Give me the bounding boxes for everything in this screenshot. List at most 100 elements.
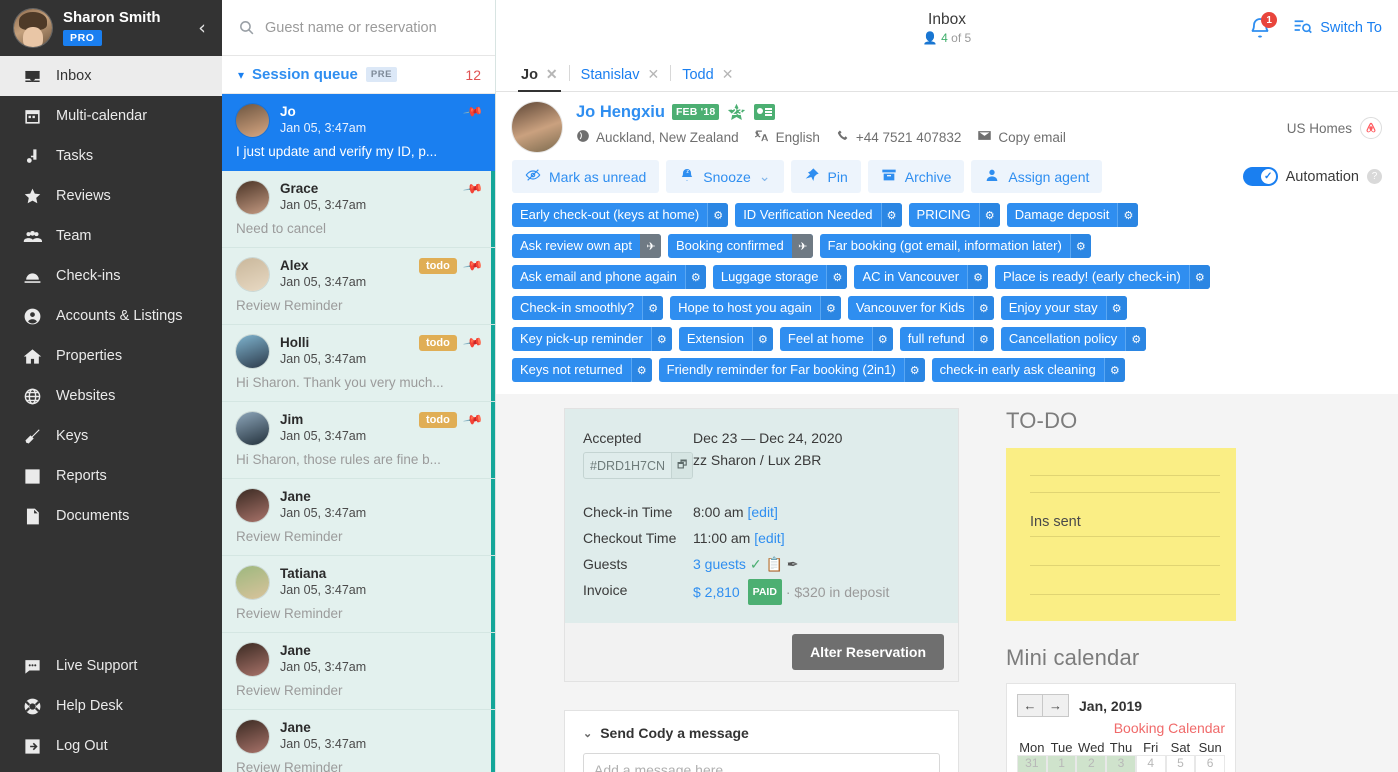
tag[interactable]: Cancellation policy ⚙ — [1000, 327, 1147, 351]
gear-icon[interactable]: ⚙ — [1188, 265, 1210, 289]
send-message-header[interactable]: ⌄ Send Cody a message — [583, 725, 940, 741]
sidebar-item-help-desk[interactable]: Help Desk — [0, 686, 222, 726]
calendar-day[interactable]: 4 — [1135, 755, 1166, 772]
pin-button[interactable]: Pin — [790, 160, 861, 193]
snooze-button[interactable]: z Snooze ⌄ — [666, 160, 784, 193]
sidebar-item-live-support[interactable]: Live Support — [0, 646, 222, 686]
guest-name[interactable]: Jo Hengxiu — [576, 103, 665, 122]
gear-icon[interactable]: ⚙ — [642, 296, 664, 320]
sidebar-item-log-out[interactable]: Log Out — [0, 726, 222, 766]
sidebar-item-inbox[interactable]: Inbox — [0, 56, 222, 96]
gear-icon[interactable]: ⚙ — [1117, 203, 1139, 227]
sidebar-item-check-ins[interactable]: Check-ins — [0, 256, 222, 296]
gear-icon[interactable]: ⚙ — [630, 358, 652, 382]
clipboard-icon[interactable]: 📋 — [765, 556, 782, 572]
send-plane-icon[interactable]: ✈ — [791, 234, 813, 258]
tag[interactable]: Early check-out (keys at home) ⚙ — [512, 203, 729, 227]
assign-agent-button[interactable]: Assign agent — [971, 160, 1103, 193]
mark-as-unread-button[interactable]: Mark as unread — [512, 160, 660, 193]
sidebar-item-multi-calendar[interactable]: Multi-calendar — [0, 96, 222, 136]
close-icon[interactable]: ✕ — [648, 66, 660, 83]
gear-icon[interactable]: ⚙ — [903, 358, 925, 382]
checkin-edit-link[interactable]: [edit] — [747, 504, 777, 520]
list-item[interactable]: Jane Jan 05, 3:47am Review Reminder — [222, 479, 495, 556]
calendar-day[interactable]: 5 — [1165, 755, 1196, 772]
search-input[interactable] — [265, 19, 481, 36]
tag[interactable]: PRICING ⚙ — [908, 203, 1000, 227]
tag[interactable]: Keys not returned ⚙ — [512, 358, 652, 382]
search-bar[interactable] — [222, 0, 495, 56]
list-item[interactable]: Jane Jan 05, 3:47am Review Reminder — [222, 710, 495, 772]
tab-stanislav[interactable]: Stanislav ✕ — [570, 66, 671, 91]
gear-icon[interactable]: ⚙ — [871, 327, 893, 351]
list-item[interactable]: Grace Jan 05, 3:47am 📌 Need to cancel — [222, 171, 495, 248]
gear-icon[interactable]: ⚙ — [1105, 296, 1127, 320]
list-item[interactable]: Holli Jan 05, 3:47am todo 📌 Hi Sharon. T… — [222, 325, 495, 402]
tab-todd[interactable]: Todd ✕ — [671, 66, 744, 91]
gear-icon[interactable]: ⚙ — [1125, 327, 1147, 351]
gear-icon[interactable]: ⚙ — [972, 296, 994, 320]
sidebar-item-accounts-listings[interactable]: Accounts & Listings — [0, 296, 222, 336]
sidebar-user-block[interactable]: Sharon Smith PRO ‹ — [0, 0, 222, 56]
gear-icon[interactable]: ⚙ — [819, 296, 841, 320]
pin-icon[interactable]: 📌 — [462, 409, 484, 431]
tag[interactable]: Hope to host you again ⚙ — [670, 296, 841, 320]
tag[interactable]: AC in Vancouver ⚙ — [854, 265, 989, 289]
gear-icon[interactable]: ⚙ — [1069, 234, 1091, 258]
todo-sticky-note[interactable]: Ins sent — [1006, 448, 1236, 621]
message-textarea[interactable]: Add a message here — [583, 753, 940, 772]
tab-jo[interactable]: Jo ✕ — [510, 66, 569, 92]
pin-icon[interactable]: 📌 — [462, 332, 484, 354]
gear-icon[interactable]: ⚙ — [684, 265, 706, 289]
calendar-day[interactable]: 6 — [1195, 755, 1225, 772]
external-link-icon[interactable]: 🗗 — [671, 453, 693, 478]
tag[interactable]: Extension ⚙ — [678, 327, 773, 351]
checkout-edit-link[interactable]: [edit] — [754, 530, 784, 546]
gear-icon[interactable]: ⚙ — [1103, 358, 1125, 382]
tag[interactable]: Enjoy your stay ⚙ — [1000, 296, 1127, 320]
tag[interactable]: full refund ⚙ — [899, 327, 994, 351]
invoice-amount[interactable]: $ 2,810 — [693, 584, 740, 600]
send-plane-icon[interactable]: ✈ — [640, 234, 661, 258]
switch-to-button[interactable]: Switch To — [1292, 16, 1382, 41]
tag[interactable]: check-in early ask cleaning ⚙ — [931, 358, 1125, 382]
sidebar-item-reviews[interactable]: Reviews — [0, 176, 222, 216]
booking-calendar-link[interactable]: Booking Calendar — [1017, 720, 1225, 736]
gear-icon[interactable]: ⚙ — [751, 327, 773, 351]
arrow-left-icon[interactable]: ← — [1017, 694, 1043, 717]
tag[interactable]: Key pick-up reminder ⚙ — [512, 327, 672, 351]
gear-icon[interactable]: ⚙ — [650, 327, 672, 351]
copy-email-button[interactable]: Copy email — [977, 128, 1066, 146]
sidebar-item-keys[interactable]: Keys — [0, 416, 222, 456]
tag[interactable]: ID Verification Needed ⚙ — [735, 203, 902, 227]
tag[interactable]: Friendly reminder for Far booking (2in1)… — [658, 358, 925, 382]
arrow-right-icon[interactable]: → — [1043, 694, 1069, 717]
gear-icon[interactable]: ⚙ — [880, 203, 902, 227]
pencil-icon[interactable]: ✒ — [787, 556, 799, 572]
sidebar-item-reports[interactable]: Reports — [0, 456, 222, 496]
list-item[interactable]: Jane Jan 05, 3:47am Review Reminder — [222, 633, 495, 710]
pin-icon[interactable]: 📌 — [462, 255, 484, 277]
notifications-button[interactable]: 1 — [1248, 12, 1278, 40]
sidebar-item-documents[interactable]: Documents — [0, 496, 222, 536]
list-item[interactable]: Jim Jan 05, 3:47am todo 📌 Hi Sharon, tho… — [222, 402, 495, 479]
tag[interactable]: Booking confirmed ✈ — [668, 234, 813, 258]
calendar-day[interactable]: 1 — [1046, 755, 1077, 772]
calendar-day[interactable]: 2 — [1076, 755, 1107, 772]
list-item[interactable]: Alex Jan 05, 3:47am todo 📌 Review Remind… — [222, 248, 495, 325]
tag[interactable]: Vancouver for Kids ⚙ — [847, 296, 994, 320]
chevron-left-icon[interactable]: ‹ — [192, 18, 212, 38]
sidebar-item-websites[interactable]: Websites — [0, 376, 222, 416]
sidebar-item-properties[interactable]: Properties — [0, 336, 222, 376]
help-icon[interactable]: ? — [1367, 169, 1382, 184]
chevron-down-icon[interactable]: ⌄ — [759, 168, 771, 185]
gear-icon[interactable]: ⚙ — [978, 203, 1000, 227]
reservation-code[interactable]: #DRD1H7CN 🗗 — [583, 452, 694, 479]
tag[interactable]: Check-in smoothly? ⚙ — [512, 296, 664, 320]
tag[interactable]: Place is ready! (early check-in) ⚙ — [995, 265, 1210, 289]
list-item[interactable]: Tatiana Jan 05, 3:47am Review Reminder — [222, 556, 495, 633]
tag[interactable]: Ask review own apt ✈ — [512, 234, 661, 258]
chevron-down-icon[interactable]: ▾ — [238, 68, 244, 82]
guests-count[interactable]: 3 guests — [693, 556, 746, 572]
tag[interactable]: Luggage storage ⚙ — [712, 265, 848, 289]
